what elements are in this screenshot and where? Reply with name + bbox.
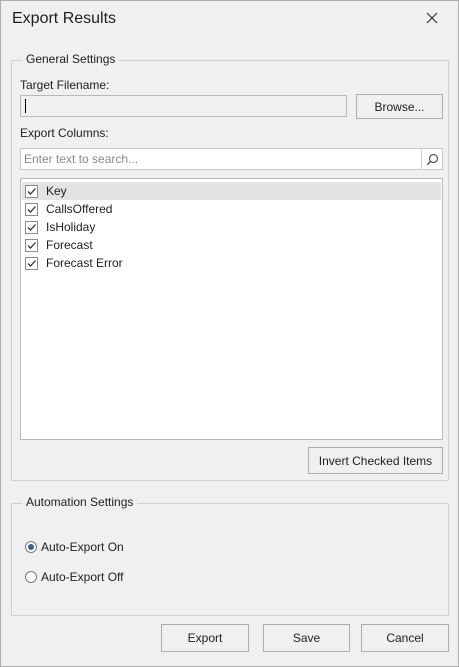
check-icon	[27, 241, 36, 249]
automation-settings-title: Automation Settings	[22, 495, 138, 509]
automation-settings-group: Automation Settings	[11, 495, 449, 616]
export-columns-list[interactable]: Key CallsOffered IsHoliday Forecast Fore…	[20, 178, 443, 440]
item-checkbox[interactable]	[25, 184, 38, 198]
item-checkbox[interactable]	[25, 220, 38, 234]
cancel-button[interactable]: Cancel	[361, 624, 449, 652]
item-label: Forecast Error	[46, 256, 123, 270]
check-icon	[27, 259, 36, 267]
list-item[interactable]: Forecast Error	[22, 254, 441, 272]
export-button[interactable]: Export	[161, 624, 249, 652]
item-label: IsHoliday	[46, 220, 96, 234]
check-icon	[27, 187, 36, 195]
radio-button-selected[interactable]	[25, 541, 37, 553]
check-icon	[27, 205, 36, 213]
item-label: Key	[46, 184, 67, 198]
list-item[interactable]: IsHoliday	[22, 218, 441, 236]
window-title: Export Results	[12, 10, 117, 27]
close-button[interactable]	[418, 5, 446, 31]
item-label: CallsOffered	[46, 202, 113, 216]
auto-export-on-radio[interactable]: Auto-Export On	[25, 540, 124, 554]
title-bar: Export Results	[1, 1, 458, 37]
check-icon	[27, 223, 36, 231]
close-icon	[426, 12, 438, 24]
list-item[interactable]: Forecast	[22, 236, 441, 254]
auto-export-off-label: Auto-Export Off	[41, 570, 124, 584]
radio-button[interactable]	[25, 571, 37, 583]
list-item[interactable]: CallsOffered	[22, 200, 441, 218]
item-checkbox[interactable]	[25, 238, 38, 252]
item-checkbox[interactable]	[25, 202, 38, 216]
radio-dot	[28, 544, 34, 550]
auto-export-off-radio[interactable]: Auto-Export Off	[25, 570, 123, 584]
search-icon	[426, 153, 438, 166]
text-caret	[25, 99, 26, 113]
invert-checked-items-button[interactable]: Invert Checked Items	[308, 447, 443, 474]
browse-button[interactable]: Browse...	[356, 94, 443, 119]
item-label: Forecast	[46, 238, 93, 252]
target-filename-label: Target Filename:	[20, 78, 110, 92]
column-search-input[interactable]	[24, 150, 419, 168]
save-button[interactable]: Save	[263, 624, 350, 652]
list-item[interactable]: Key	[22, 182, 441, 200]
target-filename-field[interactable]	[20, 95, 347, 117]
item-checkbox[interactable]	[25, 256, 38, 270]
export-results-dialog: Export Results General Settings Target F…	[0, 0, 459, 667]
export-columns-label: Export Columns:	[20, 126, 109, 140]
auto-export-on-label: Auto-Export On	[41, 540, 124, 554]
search-button[interactable]	[421, 149, 442, 170]
general-settings-title: General Settings	[22, 52, 120, 66]
column-search-box	[20, 148, 443, 170]
